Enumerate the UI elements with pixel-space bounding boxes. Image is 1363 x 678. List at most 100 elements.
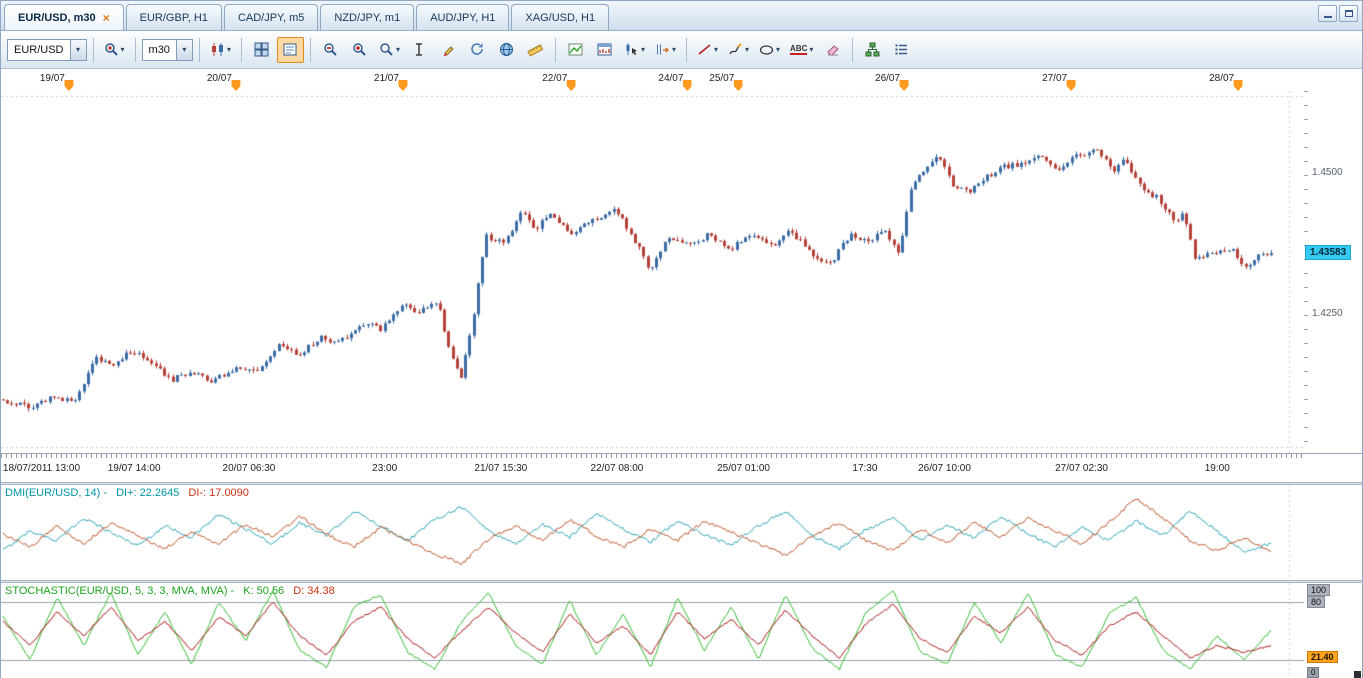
chart-type-button[interactable]: ▾ [206,37,235,63]
close-tab-icon[interactable]: × [103,12,110,24]
trendline-button[interactable]: ▾ [693,37,722,63]
pencil-icon [441,42,456,57]
measure-button[interactable] [522,37,549,63]
stochastic-title: STOCHASTIC(EUR/USD, 5, 3, 3, MVA, MVA) - [5,585,234,597]
symbol-combo[interactable]: EUR/USD ▾ [7,39,87,61]
hierarchy-icon [865,42,880,57]
date-axis[interactable]: 19/0720/0721/0722/0724/0725/0726/0727/07… [1,69,1304,91]
time-axis[interactable]: 18/07/2011 13:0019/07 14:0020/07 06:3023… [1,454,1304,482]
stochastic-canvas[interactable] [1,583,1304,678]
restore-icon [1345,10,1353,17]
time-label: 26/07 10:00 [918,463,971,474]
chevron-down-icon: ▾ [809,45,813,54]
object-tree-button[interactable] [859,37,886,63]
stochastic-axis[interactable]: 100 80 21.40 0 [1304,583,1362,678]
tab-xagusd-h1[interactable]: XAG/USD, H1 [511,4,609,30]
stochastic-current-tag: 21.40 [1307,651,1338,663]
refresh-button[interactable] [464,37,491,63]
session-marker-icon[interactable] [398,80,407,91]
chart-list-button[interactable] [888,37,915,63]
time-label: 18/07/2011 13:00 [3,463,80,474]
main-chart-panel: 1.4500 1.4250 1.43583 [1,91,1362,453]
tab-audjpy-h1[interactable]: AUD/JPY, H1 [416,4,509,30]
ellipse-shape-icon [759,42,774,57]
time-axis-corner [1304,454,1362,482]
time-label: 22/07 08:00 [591,463,644,474]
tab-eurgbp-h1[interactable]: EUR/GBP, H1 [126,4,222,30]
session-marker-icon[interactable] [683,80,692,91]
candlestick-chart-icon [210,42,225,57]
chevron-down-icon: ▾ [121,45,125,54]
shape-tool-button[interactable]: ▾ [755,37,784,63]
price-chart-canvas[interactable] [1,91,1304,453]
toolbar-separator [199,38,200,62]
tab-nzdjpy-m1[interactable]: NZD/JPY, m1 [320,4,414,30]
zoom-out-button[interactable] [317,37,344,63]
chart-shift-button[interactable]: ▾ [651,37,680,63]
ibeam-cursor-icon [412,42,427,57]
draw-pointer-button[interactable] [435,37,462,63]
stochastic-label: STOCHASTIC(EUR/USD, 5, 3, 3, MVA, MVA) -… [5,585,344,597]
toolbar-separator [241,38,242,62]
freehand-line-button[interactable]: ▾ [724,37,753,63]
minimize-button[interactable] [1318,5,1337,22]
symbol-search-button[interactable]: ▾ [100,37,129,63]
stochastic-d-value: D: 34.38 [293,585,335,597]
restore-button[interactable] [1339,5,1358,22]
session-marker-icon[interactable] [567,80,576,91]
chevron-down-icon: ▾ [745,45,749,54]
session-marker-icon[interactable] [900,80,909,91]
price-axis-ticks [1304,91,1308,453]
snapshot-button[interactable] [562,37,589,63]
web-button[interactable] [493,37,520,63]
tab-label: XAG/USD, H1 [525,12,595,24]
search-symbol-icon [104,42,119,57]
session-marker-icon[interactable] [1067,80,1076,91]
chart-window-icon [597,42,612,57]
toolbar-separator [555,38,556,62]
time-label: 19/07 14:00 [108,463,161,474]
new-chart-window-button[interactable] [248,37,275,63]
pattern-tool-button[interactable]: ▾ [620,37,649,63]
session-marker-icon[interactable] [734,80,743,91]
zoom-area-button[interactable]: ▾ [375,37,404,63]
time-label: 20/07 06:30 [223,463,276,474]
resize-grip[interactable] [1354,671,1361,678]
session-marker-icon[interactable] [1234,80,1243,91]
chevron-down-icon[interactable]: ▾ [70,40,86,60]
timeframe-combo[interactable]: m30 ▾ [142,39,193,61]
tab-label: CAD/JPY, m5 [238,12,304,24]
dmi-canvas[interactable] [1,485,1304,580]
time-axis-ticks [1,454,1304,458]
tab-cadjpy-m5[interactable]: CAD/JPY, m5 [224,4,318,30]
tab-label: EUR/GBP, H1 [140,12,208,24]
chart-image-icon [568,42,583,57]
zoom-in-icon [352,42,367,57]
chevron-down-icon[interactable]: ▾ [176,40,192,60]
chart-window-button[interactable] [591,37,618,63]
tab-label: NZD/JPY, m1 [334,12,400,24]
text-label-button[interactable]: ABC ▾ [786,37,817,63]
zoom-in-button[interactable] [346,37,373,63]
time-label: 19:00 [1205,463,1230,474]
ruler-icon [527,42,543,57]
session-marker-icon[interactable] [64,80,73,91]
refresh-icon [470,42,485,57]
time-label: 21/07 15:30 [474,463,527,474]
eraser-button[interactable] [819,37,846,63]
chevron-down-icon: ▾ [776,45,780,54]
toolbar-separator [852,38,853,62]
stochastic-scale-80: 80 [1307,596,1325,608]
data-window-button[interactable] [277,37,304,63]
price-tick-label: 1.4250 [1312,308,1343,319]
trendline-icon [697,42,712,57]
tab-eurusd-m30[interactable]: EUR/USD, m30 × [4,4,124,30]
chevron-down-icon: ▾ [714,45,718,54]
dmi-axis[interactable] [1304,485,1362,580]
crosshair-cursor-button[interactable] [406,37,433,63]
price-axis[interactable]: 1.4500 1.4250 1.43583 [1304,91,1362,453]
data-window-icon [283,42,298,57]
session-marker-icon[interactable] [231,80,240,91]
tab-label: EUR/USD, m30 [18,12,96,24]
timeframe-value: m30 [143,44,176,56]
